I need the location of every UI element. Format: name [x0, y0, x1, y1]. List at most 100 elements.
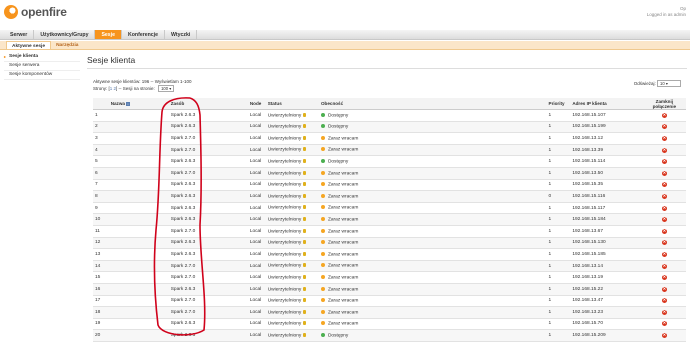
presence-dot-icon	[320, 274, 325, 279]
close-session-icon[interactable]: ✕	[661, 205, 667, 211]
table-row: 10 Spark 2.6.3 Local Uwierzytelniony Zaraz w…	[93, 213, 686, 226]
cell-name[interactable]	[108, 237, 169, 250]
close-session-icon[interactable]: ✕	[661, 263, 667, 269]
cell-name[interactable]	[108, 179, 169, 192]
presence-text: Zaraz wracam	[327, 217, 359, 223]
close-session-icon[interactable]: ✕	[661, 286, 667, 292]
refresh-select[interactable]: 10 ▾	[657, 80, 681, 87]
cell-priority: 1	[546, 283, 571, 296]
cell-name[interactable]	[108, 167, 169, 180]
refresh-value: 10	[660, 81, 665, 86]
status-text: Uwierzytelniony	[267, 263, 302, 269]
subnav-tools[interactable]: Narzędzia	[51, 41, 83, 49]
cell-close: ✕	[642, 202, 686, 215]
main-content: Sesje klienta Aktywne sesje klientów: 19…	[87, 53, 687, 342]
cell-name[interactable]	[108, 202, 169, 215]
col-header-name[interactable]: Nazwa ↓	[108, 98, 169, 110]
sort-icon[interactable]: ↓	[126, 102, 130, 106]
lock-icon	[303, 332, 307, 337]
cell-ip: 192.168.13.47	[570, 295, 643, 308]
nav-sessions[interactable]: Sesje	[95, 30, 123, 39]
sidebar-item-client-sessions[interactable]: Sesje klienta	[4, 53, 80, 62]
cell-name[interactable]	[108, 329, 169, 342]
cell-ip: 192.168.15.70	[570, 318, 643, 331]
cell-presence: Zaraz wracam	[318, 237, 547, 250]
pages-label: Strony: [	[93, 86, 110, 91]
close-session-icon[interactable]: ✕	[661, 124, 667, 130]
cell-resource: Spark 2.6.3	[168, 109, 248, 122]
close-session-icon[interactable]: ✕	[661, 275, 667, 281]
nav-plugins[interactable]: Wtyczki	[165, 30, 198, 39]
close-session-icon[interactable]: ✕	[661, 193, 667, 199]
subnav-active-sessions[interactable]: Aktywne sesje	[6, 41, 52, 49]
table-row: 15 Spark 2.7.0 Local Uwierzytelniony Zaraz w…	[93, 271, 686, 284]
presence-text: Dostępny	[327, 112, 349, 118]
cell-name[interactable]	[108, 260, 169, 273]
per-page-select[interactable]: 100 ▾	[158, 85, 175, 92]
cell-name[interactable]	[108, 283, 169, 296]
close-session-icon[interactable]: ✕	[661, 170, 667, 176]
close-session-icon[interactable]: ✕	[661, 159, 667, 165]
cell-priority: 1	[546, 271, 571, 284]
lock-icon	[303, 309, 307, 314]
close-session-icon[interactable]: ✕	[661, 182, 667, 188]
status-text: Uwierzytelniony	[267, 240, 302, 246]
cell-name[interactable]	[108, 306, 169, 319]
close-session-icon[interactable]: ✕	[661, 135, 667, 141]
cell-name[interactable]	[108, 248, 169, 261]
close-session-icon[interactable]: ✕	[661, 217, 667, 223]
close-session-icon[interactable]: ✕	[661, 240, 667, 246]
status-text: Uwierzytelniony	[267, 275, 302, 281]
table-row: 6 Spark 2.7.0 Local Uwierzytelniony Zaraz wr…	[93, 167, 686, 180]
sidebar: Sesje klienta Sesje serwera Sesje kompon…	[4, 53, 80, 80]
cell-name[interactable]	[108, 155, 169, 168]
cell-status: Uwierzytelniony	[265, 179, 319, 192]
close-session-icon[interactable]: ✕	[661, 333, 667, 339]
cell-status: Uwierzytelniony	[265, 271, 319, 284]
sidebar-item-component-sessions[interactable]: Sesje komponentów	[4, 71, 80, 80]
cell-priority: 1	[546, 121, 571, 134]
cell-name[interactable]	[108, 132, 169, 145]
sidebar-item-server-sessions[interactable]: Sesje serwera	[4, 62, 80, 71]
sessions-table: Nazwa ↓ Zasób Node Status Obecność Priori…	[93, 98, 686, 342]
close-session-icon[interactable]: ✕	[661, 309, 667, 315]
cell-close: ✕	[642, 248, 686, 261]
cell-name[interactable]	[108, 225, 169, 238]
presence-dot-icon	[320, 263, 325, 268]
title-divider	[87, 68, 687, 69]
close-session-icon[interactable]: ✕	[661, 147, 667, 153]
presence-dot-icon	[320, 170, 325, 175]
cell-name[interactable]	[108, 144, 169, 157]
nav-server[interactable]: Serwer	[4, 30, 35, 39]
cell-ip: 192.168.15.107	[570, 109, 643, 122]
col-header-presence: Obecność	[318, 98, 547, 110]
cell-name[interactable]	[108, 271, 169, 284]
close-session-icon[interactable]: ✕	[661, 298, 667, 304]
cell-presence: Zaraz wracam	[318, 202, 547, 215]
cell-name[interactable]	[108, 190, 169, 203]
cell-resource: Spark 2.7.0	[168, 144, 248, 157]
cell-name[interactable]	[108, 121, 169, 134]
presence-dot-icon	[320, 217, 325, 221]
close-session-icon[interactable]: ✕	[661, 112, 667, 118]
cell-presence: Zaraz wracam	[318, 179, 547, 192]
cell-node: Local	[247, 155, 266, 168]
cell-number: 8	[93, 190, 109, 203]
cell-name[interactable]	[108, 295, 169, 308]
cell-resource: Spark 2.6.3	[168, 237, 248, 250]
close-session-icon[interactable]: ✕	[661, 321, 667, 327]
lock-icon	[303, 251, 307, 256]
cell-name[interactable]	[108, 213, 169, 226]
close-session-icon[interactable]: ✕	[661, 228, 667, 234]
table-row: 9 Spark 2.6.3 Local Uwierzytelniony Zaraz wr…	[93, 202, 686, 215]
cell-name[interactable]	[108, 109, 169, 122]
nav-users-groups[interactable]: Użytkownicy/Grupy	[34, 30, 96, 39]
cell-number: 15	[93, 271, 109, 284]
cell-name[interactable]	[108, 318, 169, 331]
lock-icon	[303, 286, 307, 291]
openfire-logo[interactable]: openfire	[4, 5, 67, 19]
nav-conferences[interactable]: Konferencje	[122, 30, 165, 39]
close-session-icon[interactable]: ✕	[661, 251, 667, 257]
status-text: Uwierzytelniony	[267, 147, 302, 153]
cell-node: Local	[247, 202, 266, 215]
